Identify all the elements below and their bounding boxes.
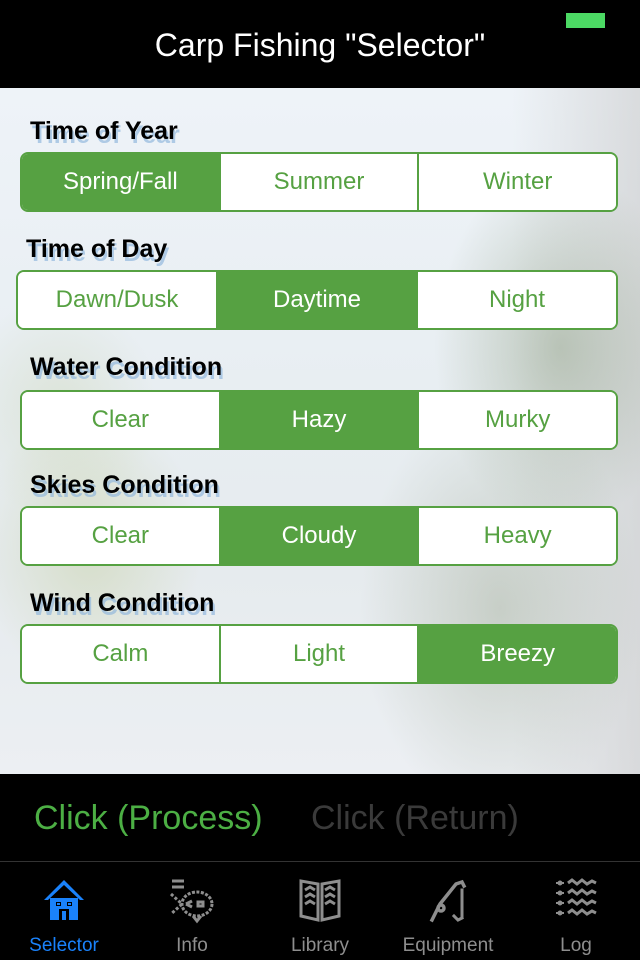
segment-clear-skies[interactable]: Clear	[22, 508, 219, 564]
segment-dawn-dusk[interactable]: Dawn/Dusk	[18, 272, 216, 328]
fishing-rod-icon	[429, 879, 467, 923]
segment-calm[interactable]: Calm	[22, 626, 219, 682]
segment-summer[interactable]: Summer	[218, 154, 418, 210]
segmented-time-of-year: Spring/Fall Summer Winter	[20, 152, 618, 212]
tab-selector[interactable]: Selector	[0, 862, 128, 960]
tab-label-info: Info	[176, 935, 208, 956]
page-title: Carp Fishing "Selector"	[154, 27, 486, 63]
section-label-time-of-day: Time of Day	[26, 235, 168, 263]
segmented-time-of-day: Dawn/Dusk Daytime Night	[16, 270, 618, 330]
segment-spring-fall[interactable]: Spring/Fall	[22, 154, 219, 210]
action-bar: Click (Process) Click (Return)	[0, 774, 640, 862]
selector-content: Time of Year Spring/Fall Summer Winter T…	[0, 88, 640, 774]
book-icon	[299, 879, 341, 922]
tab-label-library: Library	[290, 935, 350, 956]
segment-clear-water[interactable]: Clear	[22, 392, 219, 448]
segment-murky[interactable]: Murky	[417, 392, 616, 448]
status-bar: Carp Fishing "Selector"	[0, 0, 640, 88]
segment-cloudy[interactable]: Cloudy	[218, 508, 418, 564]
segmented-skies-condition: Clear Cloudy Heavy	[20, 506, 618, 566]
section-label-time-of-year: Time of Year	[30, 117, 178, 145]
segmented-water-condition: Clear Hazy Murky	[20, 390, 618, 450]
segmented-wind-condition: Calm Light Breezy	[20, 624, 618, 684]
tab-library[interactable]: Library	[256, 862, 384, 960]
section-label-skies-condition: Skies Condition	[30, 471, 219, 499]
section-label-wind-condition: Wind Condition	[30, 589, 215, 617]
tab-label-selector: Selector	[29, 935, 99, 956]
return-button[interactable]: Click (Return)	[311, 798, 519, 838]
section-label-water-condition: Water Condition	[30, 353, 223, 381]
segment-hazy[interactable]: Hazy	[218, 392, 418, 448]
segment-night[interactable]: Night	[416, 272, 616, 328]
segment-light[interactable]: Light	[218, 626, 418, 682]
tab-label-log: Log	[560, 935, 592, 956]
segment-heavy[interactable]: Heavy	[417, 508, 616, 564]
segment-daytime[interactable]: Daytime	[216, 272, 416, 328]
tab-log[interactable]: Log	[512, 862, 640, 960]
process-button[interactable]: Click (Process)	[34, 798, 263, 838]
tab-label-equipment: Equipment	[402, 935, 494, 956]
tab-info[interactable]: Info	[128, 862, 256, 960]
segment-breezy[interactable]: Breezy	[417, 626, 616, 682]
tab-equipment[interactable]: Equipment	[384, 862, 512, 960]
house-icon	[44, 880, 84, 920]
log-list-icon	[556, 878, 597, 916]
tab-bar: Selector Info Library Equipment Log	[0, 862, 640, 960]
segment-winter[interactable]: Winter	[417, 154, 616, 210]
fish-icon	[169, 879, 214, 924]
